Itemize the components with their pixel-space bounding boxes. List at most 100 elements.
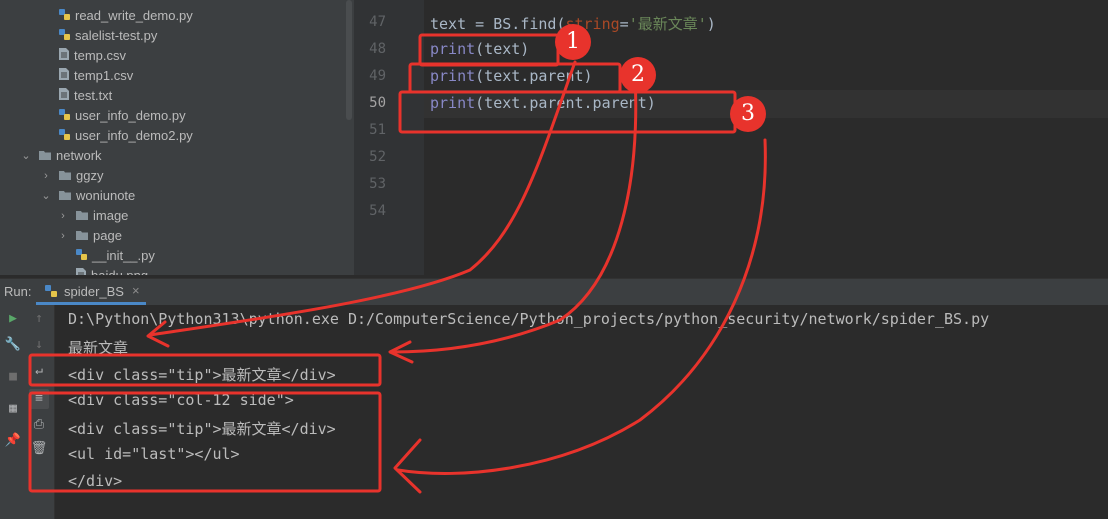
console-output[interactable] [55,305,1108,519]
folder-icon [58,167,72,187]
tree-item[interactable]: salelist-test.py [58,26,157,46]
scroll-up-icon[interactable]: ↑ [29,309,49,329]
python-file-icon [58,27,71,47]
pin-icon[interactable]: 📌 [3,431,23,451]
tree-item-label: read_write_demo.py [75,8,193,23]
line-number: 47 [369,14,386,30]
python-file-icon [58,7,71,27]
line-number: 49 [369,68,386,84]
scroll-to-end-icon[interactable]: ≡ [29,389,49,409]
line-number: 54 [369,203,386,219]
line-number: 51 [369,122,386,138]
code-text: (text.parent.parent) [475,94,656,112]
python-file-icon [44,284,58,301]
tree-item-label: baidu.png [91,268,148,275]
file-icon [58,87,70,107]
chevron-down-icon[interactable]: ⌄ [20,146,32,166]
code-fn: print [430,40,476,58]
run-toolbar: Run: spider_BS × [0,278,1108,305]
console-line: 最新文章 [68,339,129,357]
line-number: 48 [369,41,386,57]
tree-item-label: woniunote [76,188,136,203]
code-line-50[interactable]: print(text.parent.parent) [430,94,656,112]
console-line: <div class="col-12 side"> [68,391,294,409]
rerun-icon[interactable]: ▶ [3,309,23,329]
code-text: text = BS. [430,15,521,33]
tree-item-label: network [56,148,102,163]
tree-item-label: __init__.py [92,248,155,263]
tree-item[interactable]: › image [61,206,129,227]
annotation-marker-2: 2 [620,57,656,93]
tree-item-label: temp1.csv [74,68,134,83]
code-text: = [619,15,629,33]
trash-icon[interactable]: 🗑 [29,439,49,459]
line-number: 53 [369,176,386,192]
tree-item[interactable]: ⌄ network [21,146,102,167]
tree-item[interactable]: user_info_demo2.py [58,126,193,146]
tree-item-label: ggzy [76,168,104,183]
tree-item-label: page [93,228,122,243]
scroll-down-icon[interactable]: ↓ [29,335,49,355]
tree-item[interactable]: baidu.png [75,266,148,275]
tree-item-label: temp.csv [74,48,127,63]
code-text: ) [706,15,716,33]
layout-icon[interactable]: ▦ [3,399,23,419]
chevron-down-icon[interactable]: ⌄ [40,186,52,206]
python-file-icon [58,127,71,147]
tree-item[interactable]: user_info_demo.py [58,106,186,126]
code-string: '最新文章' [628,15,707,33]
wrench-icon[interactable]: 🔧 [3,335,23,355]
soft-wrap-icon[interactable]: ↵ [29,361,49,381]
panel-gap [258,0,354,275]
code-text: (text) [475,40,530,58]
project-scrollbar[interactable] [346,0,352,120]
python-file-icon [75,247,88,267]
tree-item-label: image [93,208,129,223]
code-fn: find [520,15,557,33]
code-line-48[interactable]: print(text) [430,40,529,58]
chevron-right-icon[interactable]: › [40,166,52,186]
line-number: 52 [369,149,386,165]
run-label: Run: [4,284,32,299]
code-fn: print [430,94,476,112]
tree-item[interactable]: temp1.csv [58,66,133,86]
chevron-right-icon[interactable]: › [57,226,69,246]
chevron-right-icon[interactable]: › [57,206,69,226]
python-file-icon [58,107,71,127]
project-tree-panel: read_write_demo.py salelist-test.py temp.c… [0,0,258,275]
annotation-marker-1: 1 [555,24,591,60]
stop-icon[interactable]: ■ [3,367,23,387]
folder-icon [38,147,52,167]
tree-item[interactable]: test.txt [58,86,112,106]
console-line: <div class="tip">最新文章</div> [68,366,336,384]
tree-item-label: salelist-test.py [75,28,158,43]
run-actions-bar: ▶ 🔧 ■ ▦ 📌 [0,305,26,519]
console-line: <div class="tip">最新文章</div> [68,420,336,438]
folder-icon [75,207,89,227]
print-icon[interactable]: ⎙ [29,415,49,435]
console-line: D:\Python\Python313\python.exe D:/Comput… [68,310,990,328]
tree-item[interactable]: › page [61,226,122,247]
tab-label: spider_BS [64,284,124,299]
tree-item-label: user_info_demo2.py [75,128,193,143]
code-fn: print [430,67,476,85]
tree-item[interactable]: read_write_demo.py [58,6,193,26]
code-text: (text.parent) [475,67,593,85]
console-actions-bar: ↑ ↓ ↵ ≡ ⎙ 🗑 [26,305,55,519]
tree-item[interactable]: › ggzy [44,166,104,187]
file-icon [58,67,70,87]
folder-icon [58,187,72,207]
close-icon[interactable]: × [132,283,140,298]
tree-item[interactable]: __init__.py [75,246,155,266]
console-line: </div> [68,472,123,490]
file-icon [75,267,87,275]
tree-item-label: test.txt [74,88,113,103]
annotation-marker-3: 3 [730,96,766,132]
console-line: <ul id="last"></ul> [68,445,240,463]
tab-spider-bs[interactable]: spider_BS × [36,279,146,305]
code-line-49[interactable]: print(text.parent) [430,67,593,85]
file-icon [58,47,70,67]
tree-item[interactable]: ⌄ woniunote [41,186,136,207]
folder-icon [75,227,89,247]
tree-item[interactable]: temp.csv [58,46,126,66]
